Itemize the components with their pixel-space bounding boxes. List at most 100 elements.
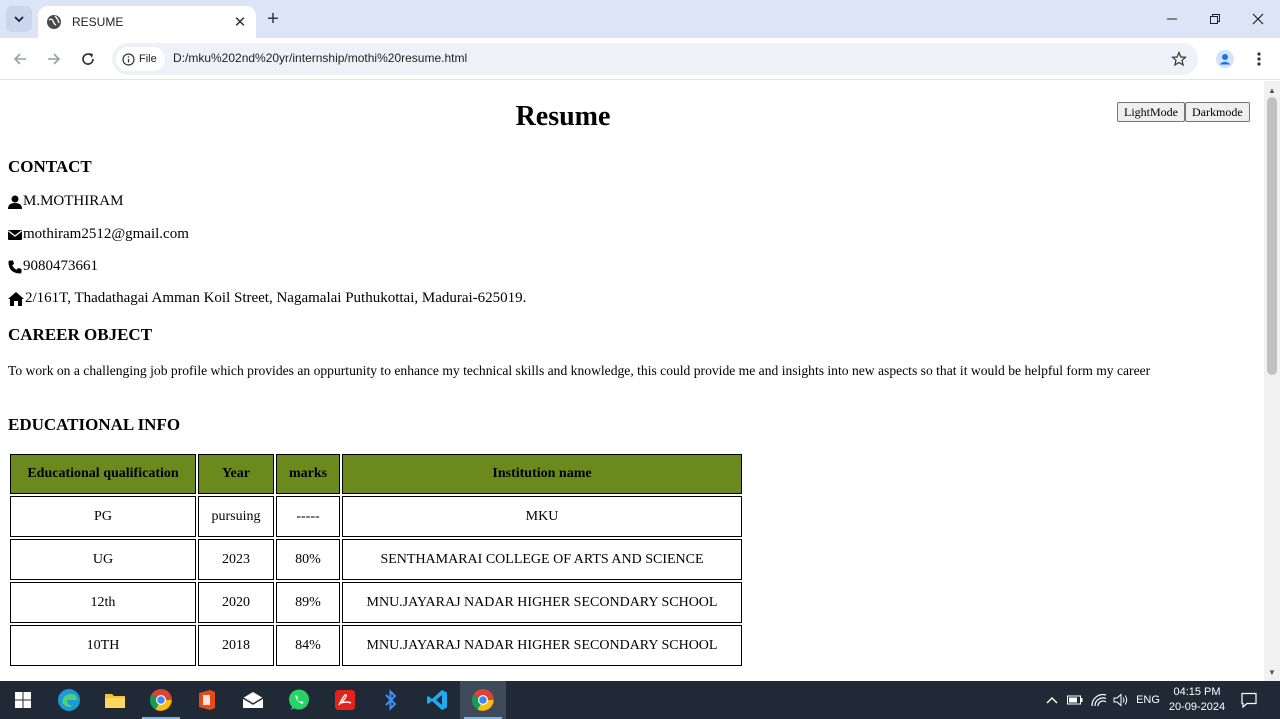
windows-taskbar: ENG 04:15 PM 20-09-2024 [0, 681, 1280, 719]
page-scrollbar[interactable]: ▲ ▼ [1264, 81, 1280, 681]
chevron-down-icon [14, 16, 24, 23]
speaker-icon [1113, 693, 1128, 707]
taskbar-file-explorer[interactable] [92, 681, 138, 719]
cell-qualification: 12th [10, 582, 196, 623]
cell-marks: ----- [276, 496, 340, 537]
career-objective-text: To work on a challenging job profile whi… [8, 363, 1151, 378]
cell-institution: MNU.JAYARAJ NADAR HIGHER SECONDARY SCHOO… [342, 625, 742, 666]
notification-icon [1241, 692, 1257, 708]
office-icon [199, 690, 215, 710]
forward-button[interactable] [42, 47, 66, 71]
tab-title: RESUME [72, 15, 124, 29]
taskbar-office[interactable] [184, 681, 230, 719]
more-vertical-icon [1257, 52, 1261, 66]
education-heading: EDUCATIONAL INFO [8, 415, 181, 434]
taskbar-chrome[interactable] [138, 681, 184, 719]
tab-search-button[interactable] [6, 6, 32, 32]
contact-email-row: mothiram2512@gmail.com [8, 226, 189, 243]
cell-marks: 80% [276, 539, 340, 580]
bookmark-star-button[interactable] [1168, 48, 1190, 70]
table-row: PG pursuing ----- MKU [10, 496, 742, 537]
taskbar-mail[interactable] [230, 681, 276, 719]
contact-address-row: 2/161T, Thadathagai Amman Koil Street, N… [8, 290, 526, 307]
folder-icon [105, 694, 125, 708]
cell-year: pursuing [198, 496, 274, 537]
cell-marks: 84% [276, 625, 340, 666]
windows-logo-icon [15, 692, 31, 708]
light-mode-button[interactable]: LightMode [1117, 102, 1185, 122]
table-row: UG 2023 80% SENTHAMARAI COLLEGE OF ARTS … [10, 539, 742, 580]
taskbar-clock[interactable]: 04:15 PM 20-09-2024 [1162, 685, 1232, 715]
tab-close-icon[interactable]: ✕ [232, 14, 248, 31]
education-table-header: Educational qualification Year marks Ins… [10, 454, 742, 494]
cell-qualification: UG [10, 539, 196, 580]
taskbar-edge[interactable] [46, 681, 92, 719]
browser-toolbar: File D:/mku%202nd%20yr/internship/mothi%… [0, 38, 1280, 80]
profile-button[interactable] [1213, 47, 1237, 71]
network-button[interactable] [1088, 681, 1110, 719]
address-bar[interactable]: File D:/mku%202nd%20yr/internship/mothi%… [112, 43, 1198, 75]
column-header-marks: marks [276, 454, 340, 494]
profile-icon [1216, 50, 1234, 68]
restore-button[interactable] [1193, 4, 1237, 34]
info-icon [122, 52, 135, 66]
browser-tab-strip: RESUME ✕ + [0, 0, 1280, 38]
contact-name-row: M.MOTHIRAM [8, 193, 123, 210]
url-text[interactable]: D:/mku%202nd%20yr/internship/mothi%20res… [173, 51, 467, 65]
taskbar-vscode[interactable] [414, 681, 460, 719]
scrollbar-thumb[interactable] [1267, 97, 1277, 375]
cell-qualification: PG [10, 496, 196, 537]
clock-date: 20-09-2024 [1168, 701, 1226, 713]
contact-name: M.MOTHIRAM [23, 193, 124, 209]
back-button[interactable] [8, 47, 32, 71]
new-tab-button[interactable]: + [262, 8, 284, 30]
page-viewport: LightMode Darkmode Resume CONTACT M.MOTH… [0, 81, 1264, 681]
browser-tab-resume[interactable]: RESUME ✕ [38, 6, 256, 38]
table-row: 12th 2020 89% MNU.JAYARAJ NADAR HIGHER S… [10, 582, 742, 623]
reload-button[interactable] [76, 47, 100, 71]
acrobat-icon [335, 690, 355, 710]
close-window-button[interactable] [1236, 4, 1280, 34]
minimize-icon [1167, 18, 1177, 20]
star-icon [1171, 51, 1187, 67]
scroll-down-arrow[interactable]: ▼ [1264, 665, 1280, 679]
cell-year: 2020 [198, 582, 274, 623]
taskbar-whatsapp[interactable] [276, 681, 322, 719]
minimize-button[interactable] [1150, 4, 1194, 34]
volume-button[interactable] [1110, 681, 1132, 719]
bluetooth-icon [385, 689, 397, 711]
wifi-icon [1091, 694, 1107, 706]
browser-menu-button[interactable] [1248, 47, 1270, 71]
home-icon [8, 291, 24, 306]
tray-overflow-button[interactable] [1042, 681, 1062, 719]
start-button[interactable] [0, 681, 46, 719]
edge-icon [58, 689, 80, 711]
battery-button[interactable] [1064, 681, 1086, 719]
chrome-icon [472, 689, 494, 711]
dark-mode-button[interactable]: Darkmode [1185, 102, 1250, 122]
chevron-up-icon [1046, 697, 1058, 704]
cell-year: 2023 [198, 539, 274, 580]
arrow-right-icon [48, 53, 61, 65]
contact-heading: CONTACT [8, 157, 92, 176]
cell-institution: SENTHAMARAI COLLEGE OF ARTS AND SCIENCE [342, 539, 742, 580]
restore-icon [1210, 14, 1220, 24]
reload-icon [82, 53, 94, 65]
close-icon [1252, 13, 1264, 25]
column-header-year: Year [198, 454, 274, 494]
cell-institution: MNU.JAYARAJ NADAR HIGHER SECONDARY SCHOO… [342, 582, 742, 623]
site-info-label: File [139, 53, 157, 65]
contact-address: 2/161T, Thadathagai Amman Koil Street, N… [25, 290, 527, 306]
envelope-icon [8, 229, 22, 240]
contact-email: mothiram2512@gmail.com [23, 226, 189, 242]
input-language[interactable]: ENG [1134, 681, 1162, 719]
scroll-up-arrow[interactable]: ▲ [1264, 83, 1280, 97]
education-table: Educational qualification Year marks Ins… [8, 452, 744, 668]
taskbar-bluetooth[interactable] [368, 681, 414, 719]
mail-icon [242, 692, 264, 708]
notifications-button[interactable] [1238, 681, 1260, 719]
taskbar-chrome-active[interactable] [460, 681, 506, 719]
site-info-chip[interactable]: File [116, 47, 165, 71]
vscode-icon [427, 690, 447, 710]
taskbar-acrobat[interactable] [322, 681, 368, 719]
